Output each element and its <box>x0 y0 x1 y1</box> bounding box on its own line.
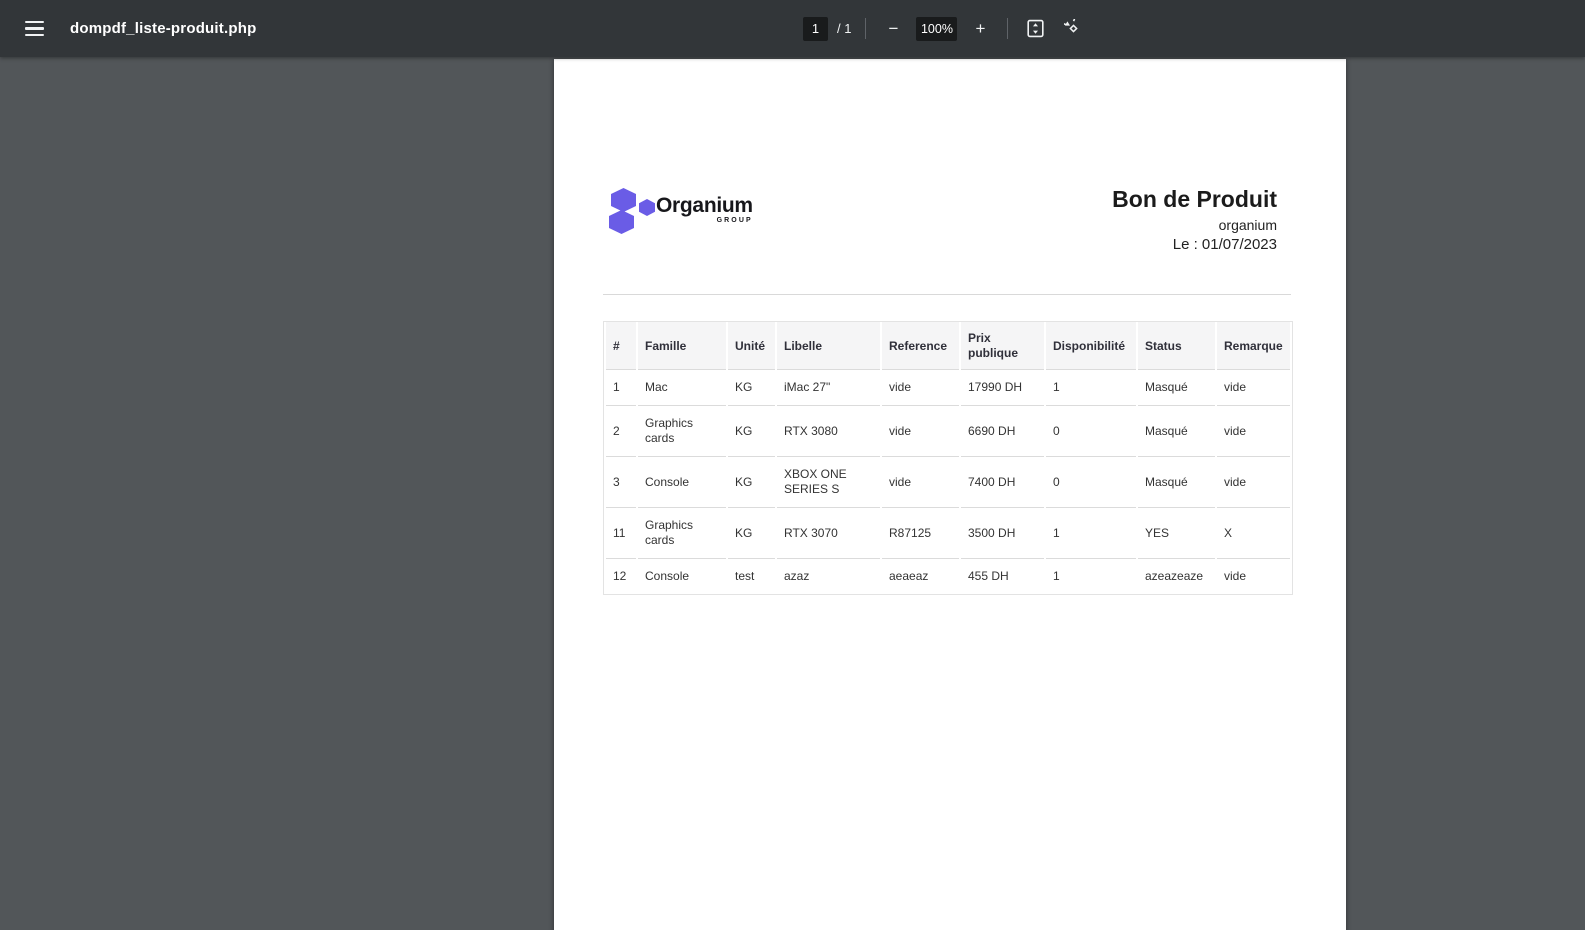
table-cell: 7400 DH <box>961 457 1044 509</box>
table-cell: YES <box>1138 508 1215 560</box>
table-row: 12 Console test azaz aeaeaz 455 DH 1 azeazeaze v… <box>606 559 1290 594</box>
table-cell: Console <box>638 457 726 509</box>
table-cell: Graphics cards <box>638 508 726 560</box>
table-cell: vide <box>882 370 959 407</box>
table-cell: Graphics cards <box>638 406 726 458</box>
column-header: Disponibilité <box>1046 322 1136 371</box>
table-cell: vide <box>1217 406 1290 458</box>
table-cell: 1 <box>606 370 636 407</box>
menu-icon[interactable] <box>21 17 48 41</box>
column-header: Reference <box>882 322 959 371</box>
table-cell: X <box>1217 508 1290 560</box>
document-date: Le : 01/07/2023 <box>1172 236 1277 254</box>
pdf-viewer-toolbar: dompdf_liste-produit.php / 1 − + <box>0 0 1585 57</box>
table-cell: 12 <box>613 569 627 584</box>
table-cell: 2 <box>606 406 636 458</box>
table-cell: 0 <box>1046 457 1136 509</box>
column-header: # <box>606 322 636 371</box>
table-cell: 17990 DH <box>961 370 1044 407</box>
table-cell: 3500 DH <box>961 508 1044 560</box>
table-cell: KG <box>728 457 775 509</box>
table-cell: KG <box>728 508 775 560</box>
logo-hexagons-icon <box>603 186 655 234</box>
table-cell: 11 <box>606 508 636 560</box>
table-cell: RTX 3080 <box>777 406 880 458</box>
table-cell: R87125 <box>882 508 959 560</box>
table-cell: 6690 DH <box>961 406 1044 458</box>
table-row: 11 Graphics cards KG RTX 3070 R87125 3500 DH 1… <box>606 508 1290 560</box>
toolbar-divider <box>865 18 867 39</box>
table-cell: 1 <box>1053 569 1060 584</box>
column-header: Famille <box>638 322 726 371</box>
products-table: # Famille Unité Libelle Reference Prix publiq… <box>603 321 1293 596</box>
logo-group-text: GROUP <box>716 217 753 224</box>
table-cell: vide <box>882 457 959 509</box>
fit-to-page-icon[interactable] <box>1022 16 1048 42</box>
column-header: Unité <box>728 322 775 371</box>
table-cell: vide <box>882 406 959 458</box>
table-cell: Masqué <box>1138 406 1215 458</box>
pdf-viewport[interactable]: Organium GROUP Bon de Produit organium L… <box>0 57 1585 930</box>
table-cell: azeazeaze <box>1145 569 1204 584</box>
table-cell: KG <box>728 370 775 407</box>
document-title: Bon de Produit <box>1112 186 1277 212</box>
table-cell: Masqué <box>1138 457 1215 509</box>
table-cell: vide <box>1217 457 1290 509</box>
table-cell: KG <box>728 406 775 458</box>
table-cell: aeaeaz <box>889 569 929 584</box>
table-cell: XBOX ONE SERIES S <box>777 457 880 509</box>
document-filename: dompdf_liste-produit.php <box>70 20 257 37</box>
table-cell: vide <box>1224 569 1247 584</box>
table-cell: 3 <box>606 457 636 509</box>
rotate-icon[interactable] <box>1060 16 1086 42</box>
toolbar-divider <box>1007 18 1009 39</box>
table-row: 3 Console KG XBOX ONE SERIES Svide 7400 DH 0 M… <box>606 457 1290 509</box>
table-cell: Mac <box>638 370 726 407</box>
page-count-label: / 1 <box>837 21 852 36</box>
table-cell: Console <box>645 569 690 584</box>
organium-logo: Organium GROUP <box>603 186 753 234</box>
header-divider <box>603 294 1291 296</box>
zoom-in-button[interactable]: + <box>967 16 993 42</box>
table-cell: 0 <box>1046 406 1136 458</box>
table-row: 1 Mac KG iMac 27" vide 17990 DH 1 Masqué vide <box>606 370 1290 407</box>
zoom-out-button[interactable]: − <box>880 16 906 42</box>
document-header: Organium GROUP Bon de Produit organium L… <box>603 59 1291 253</box>
table-cell: 1 <box>1046 370 1136 407</box>
document-subtitle: organium <box>1218 217 1277 234</box>
table-cell: RTX 3070 <box>777 508 880 560</box>
logo-brand-text: Organium <box>656 194 753 217</box>
table-row: 2 Graphics cards KG RTX 3080 vide 6690 DH 0 Mas… <box>606 406 1290 458</box>
table-cell: 455 DH <box>968 569 1009 584</box>
column-header: Libelle <box>777 322 880 371</box>
table-cell: 1 <box>1046 508 1136 560</box>
table-cell: iMac 27" <box>777 370 880 407</box>
table-cell: Masqué <box>1138 370 1215 407</box>
column-header: Remarque <box>1217 322 1290 371</box>
zoom-level-input[interactable] <box>916 16 958 41</box>
pdf-page: Organium GROUP Bon de Produit organium L… <box>554 59 1346 930</box>
table-cell: vide <box>1217 370 1290 407</box>
table-cell: azaz <box>784 569 810 584</box>
column-header: Prix publique <box>961 322 1044 371</box>
page-number-input[interactable] <box>803 16 828 41</box>
column-header: Status <box>1138 322 1215 371</box>
table-cell: test <box>735 569 755 584</box>
table-header-row: # Famille Unité Libelle Reference Prix publiq… <box>606 322 1290 371</box>
